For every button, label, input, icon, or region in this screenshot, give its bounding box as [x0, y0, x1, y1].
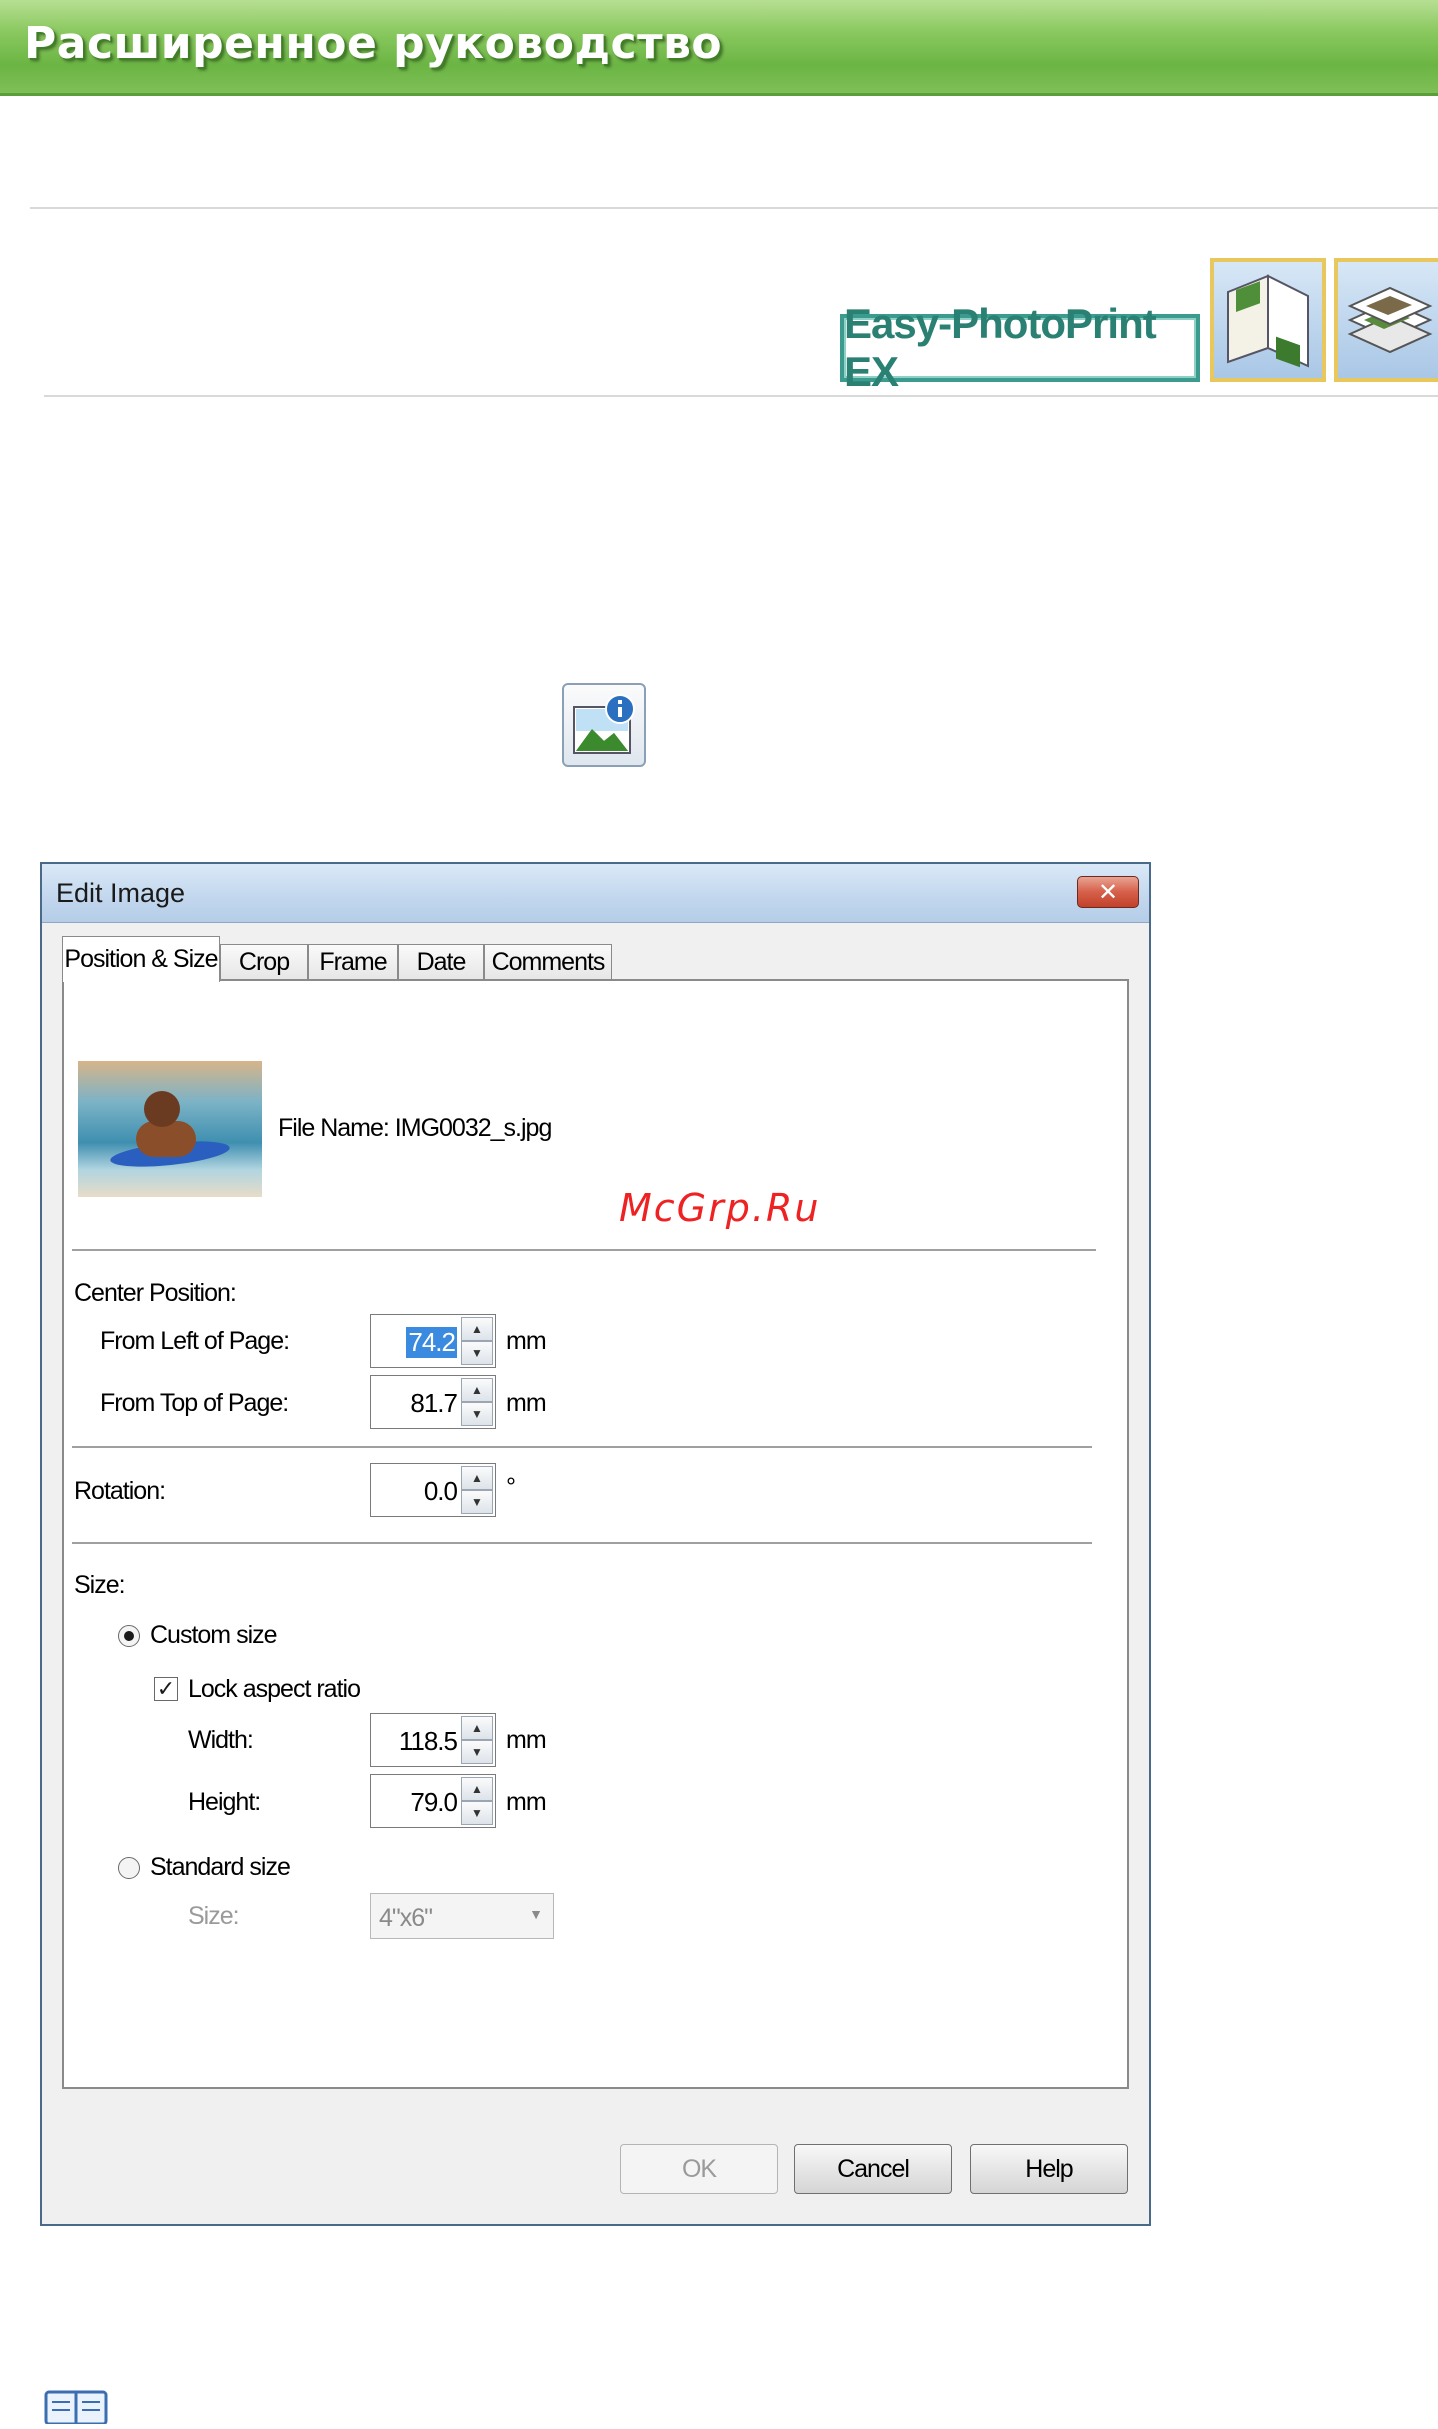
edit-image-dialog: Edit Image ✕ Position & Size Crop Frame …	[40, 862, 1151, 2226]
position-size-page: File Name: IMG0032_s.jpg McGrp.Ru Center…	[62, 979, 1129, 2089]
lock-aspect-label[interactable]: Lock aspect ratio	[188, 1675, 361, 1704]
rotation-value[interactable]: 0.0	[424, 1476, 458, 1507]
product-badge: Easy-PhotoPrint EX	[840, 300, 1200, 395]
from-left-unit: mm	[506, 1327, 547, 1355]
header-banner: Расширенное руководство	[0, 0, 1438, 96]
note-icon	[44, 2388, 108, 2426]
image-info-icon	[562, 683, 646, 767]
from-top-label: From Top of Page:	[100, 1389, 289, 1417]
from-top-unit: mm	[506, 1389, 547, 1417]
separator	[72, 1542, 1092, 1544]
cancel-button[interactable]: Cancel	[794, 2144, 952, 2194]
standard-size-label[interactable]: Standard size	[150, 1853, 291, 1882]
divider-top	[30, 207, 1438, 209]
ok-button[interactable]: OK	[620, 2144, 778, 2194]
spin-up-icon[interactable]: ▲	[461, 1466, 493, 1490]
album-mode-icon	[1210, 258, 1326, 382]
spin-down-icon[interactable]: ▼	[461, 1740, 493, 1764]
standard-size-select[interactable]: 4"x6" ▼	[370, 1893, 554, 1939]
layout-mode-icon	[1334, 258, 1438, 382]
spin-up-icon[interactable]: ▲	[461, 1317, 493, 1341]
spin-down-icon[interactable]: ▼	[461, 1801, 493, 1825]
spin-up-icon[interactable]: ▲	[461, 1777, 493, 1801]
center-position-label: Center Position:	[74, 1279, 237, 1307]
close-button[interactable]: ✕	[1077, 876, 1139, 908]
tab-comments[interactable]: Comments	[484, 944, 612, 980]
standard-size-value: 4"x6"	[379, 1904, 433, 1932]
tab-frame[interactable]: Frame	[308, 944, 398, 980]
width-value[interactable]: 118.5	[399, 1726, 458, 1757]
lock-aspect-checkbox[interactable]: ✓	[154, 1677, 178, 1701]
height-spinner[interactable]: 79.0 ▲ ▼	[370, 1774, 496, 1828]
height-value[interactable]: 79.0	[410, 1787, 458, 1818]
from-left-spinner[interactable]: 74.2 ▲ ▼	[370, 1314, 496, 1368]
spin-up-icon[interactable]: ▲	[461, 1716, 493, 1740]
spin-down-icon[interactable]: ▼	[461, 1341, 493, 1365]
tab-crop[interactable]: Crop	[220, 944, 308, 980]
tab-date[interactable]: Date	[398, 944, 484, 980]
width-unit: mm	[506, 1726, 547, 1754]
size-label: Size:	[74, 1571, 126, 1599]
height-label: Height:	[188, 1788, 261, 1816]
width-label: Width:	[188, 1726, 254, 1754]
file-name-label: File Name: IMG0032_s.jpg	[278, 1114, 552, 1142]
rotation-spinner[interactable]: 0.0 ▲ ▼	[370, 1463, 496, 1517]
from-left-label: From Left of Page:	[100, 1327, 290, 1355]
dialog-titlebar: Edit Image ✕	[42, 864, 1149, 923]
width-spinner[interactable]: 118.5 ▲ ▼	[370, 1713, 496, 1767]
from-left-value[interactable]: 74.2	[406, 1327, 457, 1358]
standard-size-field-label: Size:	[188, 1902, 240, 1930]
help-button[interactable]: Help	[970, 2144, 1128, 2194]
rotation-label: Rotation:	[74, 1477, 166, 1505]
spin-down-icon[interactable]: ▼	[461, 1402, 493, 1426]
rotation-unit: °	[506, 1473, 516, 1501]
from-top-value[interactable]: 81.7	[410, 1388, 458, 1419]
separator	[72, 1249, 1096, 1251]
spin-up-icon[interactable]: ▲	[461, 1378, 493, 1402]
divider-bottom	[44, 395, 1438, 397]
dialog-title: Edit Image	[56, 878, 186, 908]
custom-size-radio[interactable]	[118, 1625, 140, 1647]
custom-size-label[interactable]: Custom size	[150, 1621, 278, 1650]
tab-position-size[interactable]: Position & Size	[62, 936, 220, 982]
banner-title: Расширенное руководство	[24, 18, 723, 69]
standard-size-radio[interactable]	[118, 1857, 140, 1879]
from-top-spinner[interactable]: 81.7 ▲ ▼	[370, 1375, 496, 1429]
watermark: McGrp.Ru	[619, 1186, 821, 1230]
image-thumbnail	[78, 1061, 262, 1197]
chevron-down-icon: ▼	[529, 1906, 543, 1922]
separator	[72, 1446, 1092, 1448]
height-unit: mm	[506, 1788, 547, 1816]
spin-down-icon[interactable]: ▼	[461, 1490, 493, 1514]
